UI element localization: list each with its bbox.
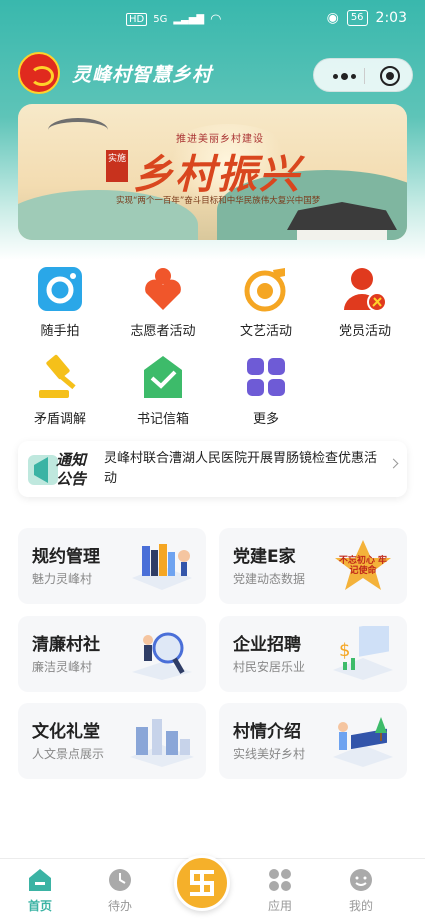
card-title: 村情介绍	[233, 722, 301, 742]
buildings-illustration	[128, 713, 196, 769]
finance-illustration: $	[329, 621, 397, 682]
card-title: 清廉村社	[32, 635, 100, 655]
more-options-button[interactable]	[324, 59, 364, 93]
grid-item-volunteer[interactable]: 志愿者活动	[113, 266, 213, 339]
card-culture-hall[interactable]: 文化礼堂 人文景点展示	[18, 703, 206, 779]
tab-profile[interactable]: 我的	[321, 867, 401, 914]
card-integrity[interactable]: 清廉村社 廉洁灵峰村	[18, 616, 206, 692]
village-logo	[18, 52, 60, 94]
signal-cluster: HD 5G ▂▃▅▇ ◠	[126, 12, 221, 27]
card-party-building[interactable]: 党建E家 党建动态数据 不忘初心 牢记使命	[219, 528, 407, 604]
card-subtitle: 魅力灵峰村	[32, 572, 93, 586]
gavel-icon	[37, 354, 83, 400]
grid-item-label: 文艺活动	[239, 324, 292, 339]
grid-item-label: 志愿者活动	[130, 324, 196, 339]
signal-icon: ▂▃▅▇	[173, 14, 205, 25]
crane-decoration	[48, 118, 108, 142]
grid-item-party-member[interactable]: 党员活动	[315, 266, 415, 339]
center-scan-button[interactable]	[174, 855, 230, 911]
music-icon	[243, 266, 289, 312]
app-bar: 灵峰村智慧乡村	[0, 48, 425, 98]
tab-label: 首页	[27, 899, 52, 913]
grid-item-label: 书记信箱	[136, 412, 189, 427]
card-title: 规约管理	[32, 547, 100, 567]
card-title: 文化礼堂	[32, 722, 100, 742]
notice-badge: 通知 公告	[26, 447, 98, 491]
close-miniapp-button[interactable]	[380, 66, 400, 86]
grid-item-label: 随手拍	[40, 324, 80, 339]
reading-illustration	[329, 713, 397, 769]
tab-label: 应用	[267, 899, 292, 913]
tab-label: 我的	[348, 899, 373, 913]
card-subtitle: 实线美好乡村	[233, 747, 306, 761]
grid-item-label: 更多	[252, 412, 279, 427]
tab-apps[interactable]: 应用	[240, 867, 320, 914]
grid-scan-icon	[190, 870, 214, 896]
party-star-illustration: 不忘初心 牢记使命	[329, 538, 397, 594]
tab-label: 待办	[107, 899, 132, 913]
card-village-intro[interactable]: 村情介绍 实线美好乡村	[219, 703, 407, 779]
grid-item-label: 党员活动	[338, 324, 391, 339]
party-member-icon	[342, 266, 388, 312]
profile-icon	[348, 867, 374, 893]
apps-icon	[267, 867, 293, 893]
card-title: 党建E家	[233, 547, 296, 567]
more-grid-icon	[243, 354, 289, 400]
heart-icon	[140, 266, 186, 312]
notice-badge-line1: 通知	[56, 451, 87, 469]
banner-stamp: 实施	[106, 150, 128, 182]
status-bar: HD 5G ▂▃▅▇ ◠ ◉ 56 2:03	[0, 0, 425, 40]
card-subtitle: 党建动态数据	[233, 572, 306, 586]
card-subtitle: 人文景点展示	[32, 747, 105, 761]
network-indicator: 5G	[153, 14, 168, 25]
magnifier-illustration	[128, 626, 196, 682]
home-icon	[27, 867, 53, 893]
card-regulations[interactable]: 规约管理 魅力灵峰村	[18, 528, 206, 604]
grid-item-more[interactable]: 更多	[216, 354, 316, 427]
grid-item-arts[interactable]: 文艺活动	[216, 266, 316, 339]
tab-home[interactable]: 首页	[0, 867, 80, 914]
card-recruitment[interactable]: 企业招聘 村民安居乐业 $	[219, 616, 407, 692]
notice-badge-line2: 公告	[56, 470, 87, 488]
grid-item-mailbox[interactable]: 书记信箱	[113, 354, 213, 427]
books-illustration	[128, 538, 196, 594]
chevron-right-icon	[388, 458, 399, 469]
eye-icon: ◉	[326, 10, 339, 26]
mailbox-icon	[140, 354, 186, 400]
card-title: 企业招聘	[233, 635, 301, 655]
svg-text:$: $	[339, 640, 350, 661]
battery-icon: 56	[346, 10, 368, 26]
miniapp-capsule	[313, 58, 413, 92]
banner-description: 实现“两个一百年”奋斗目标和中华民族伟大复兴中国梦	[116, 196, 321, 206]
clock-icon	[107, 867, 133, 893]
status-right: ◉ 56 2:03	[327, 10, 407, 26]
notice-text: 灵峰村联合漕湖人民医院开展胃肠镜检查优惠活动	[104, 451, 378, 486]
rural-revitalization-banner[interactable]: 推进美丽乡村建设 实施 乡村振兴 实现“两个一百年”奋斗目标和中华民族伟大复兴中…	[18, 104, 407, 240]
party-slogan: 不忘初心 牢记使命	[338, 556, 388, 576]
banner-title: 乡村振兴	[133, 151, 301, 198]
grid-item-mediation[interactable]: 矛盾调解	[10, 354, 110, 427]
hd-indicator: HD	[126, 13, 148, 26]
notice-bar[interactable]: 通知 公告 灵峰村联合漕湖人民医院开展胃肠镜检查优惠活动	[18, 441, 407, 497]
card-subtitle: 村民安居乐业	[233, 660, 306, 674]
wifi-icon: ◠	[210, 12, 222, 27]
clock-time: 2:03	[375, 10, 407, 26]
camera-icon	[37, 266, 83, 312]
tab-todo[interactable]: 待办	[80, 867, 160, 914]
app-title: 灵峰村智慧乡村	[72, 64, 213, 86]
capsule-divider	[364, 68, 365, 84]
card-subtitle: 廉洁灵峰村	[32, 660, 93, 674]
grid-item-label: 矛盾调解	[33, 412, 86, 427]
grid-item-photo[interactable]: 随手拍	[10, 266, 110, 339]
bottom-tab-bar: 首页 待办 应用 我的	[0, 855, 425, 921]
